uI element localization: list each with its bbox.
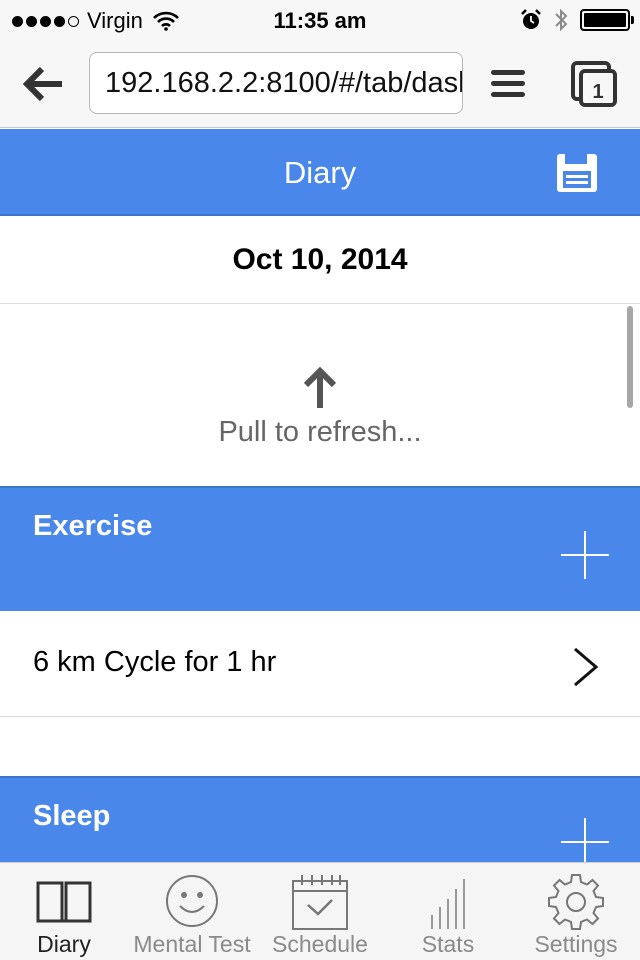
chevron-right-icon — [574, 647, 599, 687]
section-title: Exercise — [33, 510, 153, 542]
section-exercise: Exercise — [0, 486, 640, 611]
scrollbar[interactable] — [627, 306, 633, 408]
tab-stats[interactable]: Stats — [384, 863, 512, 960]
tab-diary[interactable]: Diary — [0, 863, 128, 960]
tab-mental-test[interactable]: Mental Test — [128, 863, 256, 960]
tab-label: Diary — [37, 931, 91, 957]
list-item-label: 6 km Cycle for 1 hr — [33, 646, 277, 678]
status-bar: Virgin 11:35 am — [0, 0, 640, 40]
list-item[interactable]: 6 km Cycle for 1 hr — [0, 611, 640, 717]
gear-icon — [548, 874, 604, 930]
tab-label: Stats — [421, 931, 475, 957]
book-icon — [36, 881, 92, 923]
battery-level — [584, 13, 626, 27]
add-exercise-button[interactable] — [561, 531, 609, 579]
url-field[interactable]: 192.168.2.2:8100/#/tab/dash — [89, 52, 463, 114]
section-title: Sleep — [33, 800, 111, 832]
tab-settings[interactable]: Settings — [512, 863, 640, 960]
floppy-disk-icon[interactable] — [556, 153, 598, 193]
tab-label: Schedule — [272, 931, 368, 957]
back-arrow-icon[interactable] — [22, 64, 64, 104]
alarm-icon — [521, 9, 541, 29]
section-sleep: Sleep — [0, 776, 640, 866]
smiley-icon — [166, 875, 218, 927]
tab-label: Mental Test — [133, 931, 251, 957]
tabs-icon[interactable]: 1 — [570, 60, 618, 108]
tab-schedule[interactable]: Schedule — [256, 863, 384, 960]
hamburger-menu-icon[interactable] — [491, 70, 525, 98]
page-title: Diary — [283, 155, 357, 190]
arrow-up-icon — [303, 366, 337, 408]
tab-label: Settings — [534, 931, 618, 957]
add-sleep-button[interactable] — [561, 818, 609, 866]
diary-date[interactable]: Oct 10, 2014 — [0, 216, 640, 304]
refresh-label: Pull to refresh... — [218, 416, 422, 448]
tab-bar: Diary Mental Test Schedule Stats Setting… — [0, 862, 640, 960]
calendar-icon — [292, 875, 348, 930]
bluetooth-icon — [555, 8, 568, 32]
battery-icon — [580, 9, 634, 31]
pull-to-refresh[interactable]: Pull to refresh... — [0, 304, 640, 486]
browser-toolbar: 192.168.2.2:8100/#/tab/dash 1 — [0, 40, 640, 128]
bar-chart-icon — [431, 879, 465, 929]
app-header: Diary — [0, 129, 640, 216]
tab-count: 1 — [592, 81, 603, 103]
